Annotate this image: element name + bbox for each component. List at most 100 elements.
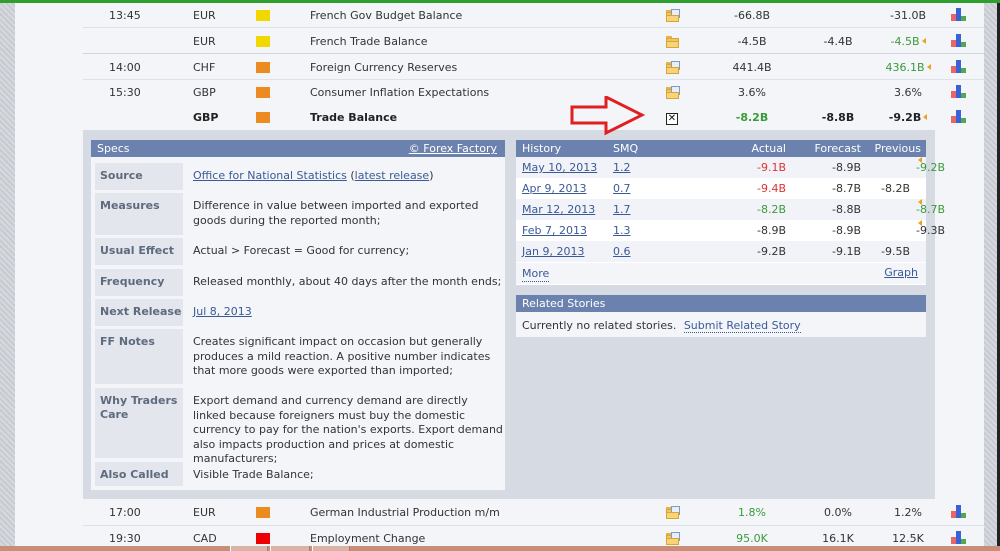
spec-value: Visible Trade Balance; — [193, 468, 314, 481]
impact-medium-icon — [256, 55, 270, 80]
history-actual: -9.4B — [756, 182, 786, 195]
event-currency: EUR — [193, 506, 216, 519]
col-history: History — [522, 142, 562, 155]
previous-value: 436.1B — [885, 61, 925, 74]
close-icon[interactable]: ✕ — [666, 113, 678, 125]
event-actual: -66.8B — [733, 9, 770, 22]
event-title: German Industrial Production m/m — [310, 506, 500, 519]
specs-title: Specs — [97, 142, 130, 155]
event-time: 15:30 — [109, 86, 141, 99]
history-date-link[interactable]: May 10, 2013 — [522, 161, 597, 174]
taskbar-strip — [0, 546, 1000, 551]
related-stories-panel: Related Stories Currently no related sto… — [516, 295, 926, 337]
calendar-row-selected[interactable]: GBP Trade Balance ✕ -8.2B -8.8B -9.2B — [83, 105, 984, 130]
event-previous: 436.1B — [863, 55, 953, 80]
event-currency: CHF — [193, 61, 216, 74]
spec-row-usual-effect: Usual Effect Actual > Forecast = Good fo… — [95, 238, 501, 265]
col-smq: SMQ — [613, 142, 639, 155]
source-link[interactable]: Office for National Statistics — [193, 169, 347, 182]
history-row: Jan 9, 2013 0.6 -9.2B -9.1B -9.5B — [516, 241, 926, 262]
previous-value: -9.2B — [888, 111, 922, 124]
next-release-link[interactable]: Jul 8, 2013 — [193, 305, 252, 318]
calendar-row[interactable]: 15:30 GBP Consumer Inflation Expectation… — [83, 80, 984, 105]
history-date-link[interactable]: Jan 9, 2013 — [522, 245, 584, 258]
spec-value: Creates significant impact on occasion b… — [193, 335, 491, 377]
forex-factory-link[interactable]: © Forex Factory — [409, 140, 497, 157]
history-actual: -9.2B — [756, 245, 786, 258]
open-detail-folder-icon[interactable] — [666, 3, 686, 28]
event-actual: 1.8% — [738, 506, 766, 519]
spec-value: Jul 8, 2013 — [193, 299, 503, 320]
spec-label: Next Release — [95, 299, 183, 326]
calendar-row[interactable]: 14:00 CHF Foreign Currency Reserves 441.… — [83, 55, 984, 80]
bar-chart-icon[interactable] — [951, 105, 971, 130]
history-actual: -8.2B — [756, 203, 786, 216]
col-previous: Previous — [874, 142, 922, 155]
bar-chart-icon[interactable] — [951, 55, 971, 80]
taskbar-tab[interactable] — [312, 546, 350, 551]
smq-link[interactable]: 1.3 — [613, 224, 631, 237]
specs-header: Specs © Forex Factory — [91, 140, 505, 157]
smq-link[interactable]: 0.6 — [613, 245, 631, 258]
event-currency: EUR — [193, 9, 216, 22]
no-stories-text: Currently no related stories. — [522, 319, 677, 332]
open-detail-folder-icon[interactable] — [666, 55, 686, 80]
history-date-link[interactable]: Mar 12, 2013 — [522, 203, 595, 216]
taskbar-tab[interactable] — [270, 546, 310, 551]
right-page-gutter — [984, 3, 997, 547]
event-actual: 3.6% — [738, 86, 766, 99]
history-actual: -9.1B — [756, 161, 786, 174]
revised-indicator-icon — [918, 220, 922, 226]
smq-link[interactable]: 1.7 — [613, 203, 631, 216]
open-detail-folder-icon[interactable] — [666, 29, 686, 54]
event-actual: 441.4B — [732, 61, 772, 74]
calendar-row[interactable]: EUR French Trade Balance -4.5B -4.4B -4.… — [83, 29, 984, 54]
smq-link[interactable]: 1.2 — [613, 161, 631, 174]
bar-chart-icon[interactable] — [951, 29, 971, 54]
event-detail-panel: Specs © Forex Factory Source Office for … — [83, 130, 945, 499]
open-detail-folder-icon[interactable] — [666, 500, 686, 525]
paren-close: ) — [429, 169, 434, 182]
event-time: 14:00 — [109, 61, 141, 74]
close-detail-button[interactable]: ✕ — [666, 105, 686, 130]
left-page-gutter — [0, 3, 15, 547]
bar-chart-icon[interactable] — [951, 80, 971, 105]
latest-release-link[interactable]: latest release — [355, 169, 430, 182]
event-time: 17:00 — [109, 506, 141, 519]
spec-value: Office for National Statistics (latest r… — [193, 163, 503, 184]
event-previous: 3.6% — [894, 86, 922, 99]
revised-indicator-icon — [918, 157, 922, 163]
bar-chart-icon[interactable] — [951, 500, 971, 525]
smq-link[interactable]: 0.7 — [613, 182, 631, 195]
spec-row-ff-notes: FF Notes Creates significant impact on o… — [95, 329, 501, 384]
calendar-row[interactable]: 13:45 EUR French Gov Budget Balance -66.… — [83, 3, 984, 28]
more-history-link[interactable]: More — [522, 266, 550, 282]
history-date-link[interactable]: Feb 7, 2013 — [522, 224, 587, 237]
taskbar-tab[interactable] — [230, 546, 268, 551]
history-actual: -8.9B — [756, 224, 786, 237]
previous-value: -4.5B — [890, 35, 920, 48]
event-previous: -31.0B — [889, 9, 926, 22]
revised-indicator-icon — [926, 64, 931, 70]
spec-row-also-called: Also Called Visible Trade Balance; — [95, 462, 501, 486]
event-title: Foreign Currency Reserves — [310, 61, 458, 74]
spec-row-measures: Measures Difference in value between imp… — [95, 193, 501, 235]
open-detail-folder-icon[interactable] — [666, 80, 686, 105]
impact-medium-icon — [256, 105, 270, 130]
calendar-row[interactable]: 17:00 EUR German Industrial Production m… — [83, 500, 984, 526]
history-previous: -8.2B — [880, 182, 910, 195]
bar-chart-icon[interactable] — [951, 3, 971, 28]
event-actual: -8.2B — [735, 111, 769, 124]
spec-label: Frequency — [95, 269, 183, 296]
event-previous: 1.2% — [894, 506, 922, 519]
history-date-link[interactable]: Apr 9, 2013 — [522, 182, 587, 195]
graph-link[interactable]: Graph — [884, 263, 918, 283]
spec-label: Source — [95, 163, 183, 190]
spec-label: Also Called — [95, 462, 183, 486]
submit-related-story-link[interactable]: Submit Related Story — [683, 319, 801, 333]
history-header: History SMQ Actual Forecast Previous — [516, 140, 926, 157]
impact-low-icon — [256, 3, 270, 28]
spec-label: Why Traders Care — [95, 388, 183, 458]
history-footer: More Graph — [516, 263, 926, 284]
spec-value: Released monthly, about 40 days after th… — [193, 275, 502, 288]
